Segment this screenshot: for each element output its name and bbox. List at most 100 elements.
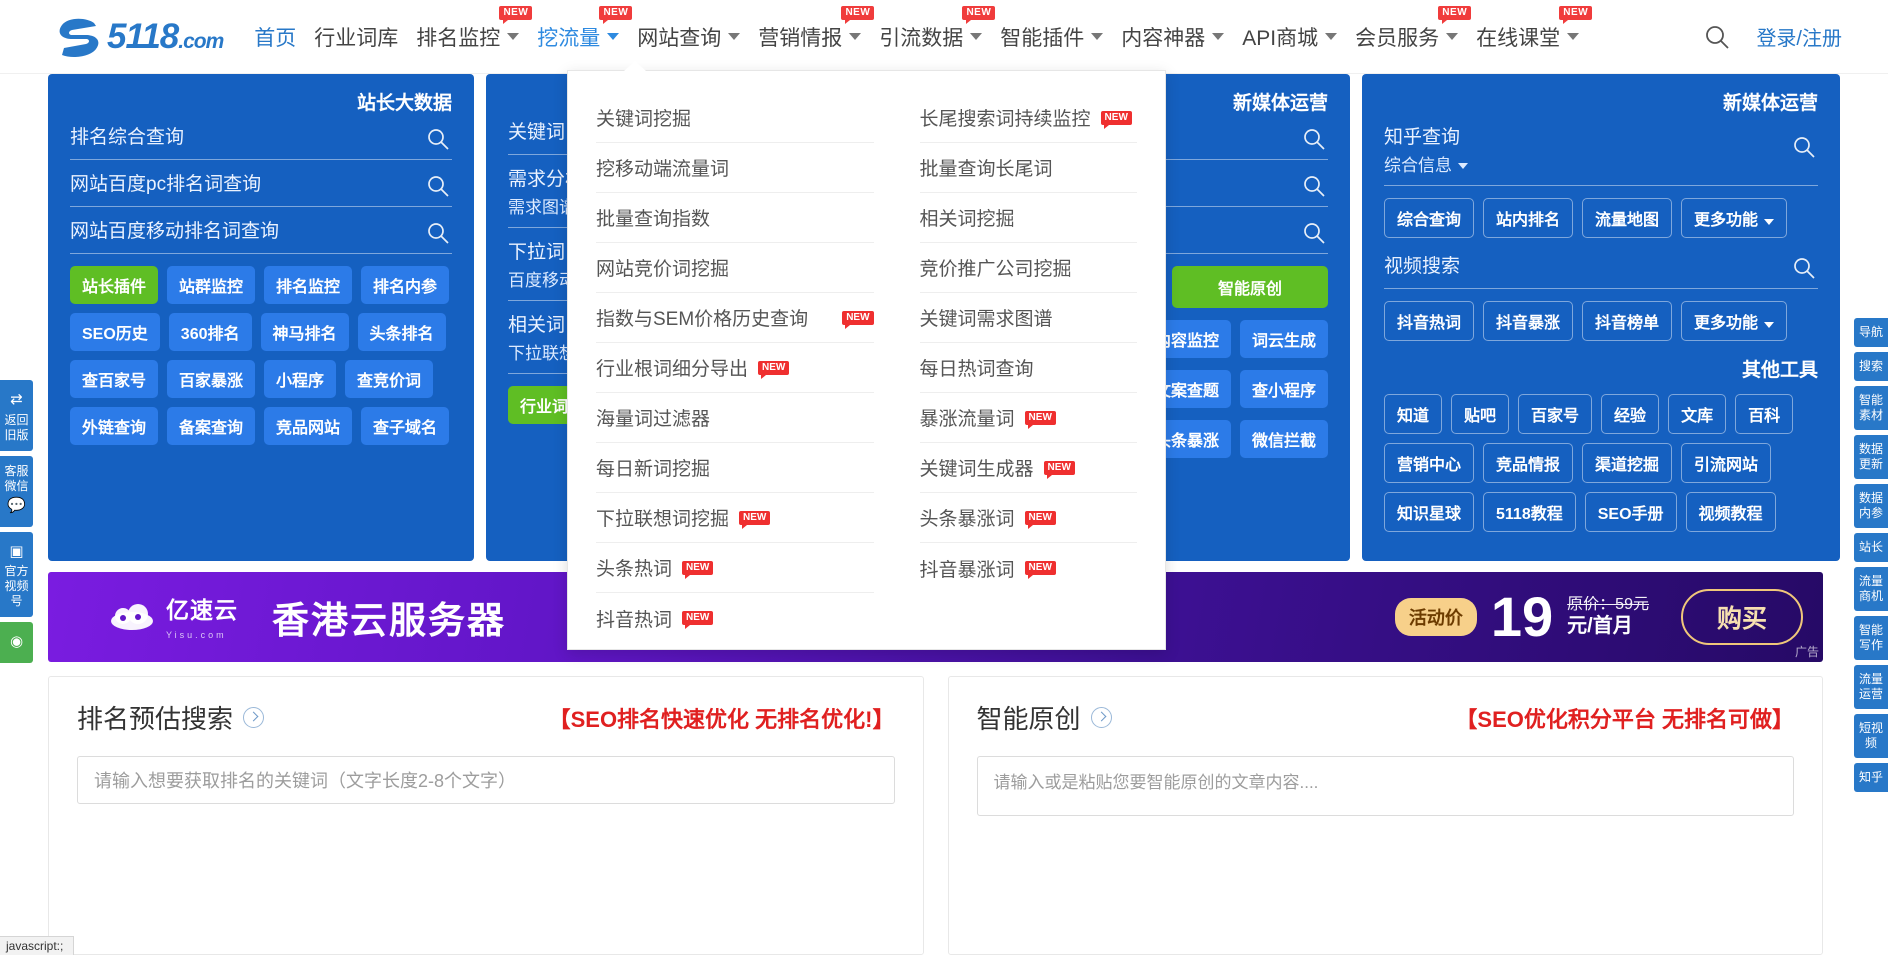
rail-wechat-green[interactable]: ◉ — [0, 622, 33, 663]
site-logo[interactable]: 5118.com — [56, 17, 224, 57]
nav-item-9[interactable]: API商城 — [1233, 0, 1346, 74]
rank-keyword-input[interactable]: 请输入想要获取排名的关键词（文字长度2-8个文字） — [77, 756, 895, 804]
nav-item-1[interactable]: 行业词库 — [305, 0, 407, 74]
dropdown-item-r9[interactable]: 抖音暴涨词 NEW — [920, 543, 1137, 593]
dropdown-item-l4[interactable]: 指数与SEM价格历史查询 NEW — [596, 293, 874, 343]
search-icon[interactable] — [426, 174, 450, 198]
chip-2[interactable]: 排名监控 — [264, 266, 353, 304]
chip-mini-program[interactable]: 查小程序 — [1239, 370, 1328, 408]
chip-8[interactable]: 查百家号 — [70, 360, 159, 398]
rail-item-9[interactable]: 短视频 — [1854, 714, 1888, 758]
card-promo-text[interactable]: 【SEO排名快速优化 无排名优化!】 — [549, 702, 895, 734]
search-row-baidu-pc[interactable]: 网站百度pc排名词查询 — [70, 164, 452, 207]
search-icon[interactable] — [1792, 256, 1816, 280]
chip-other-11[interactable]: 5118教程 — [1483, 492, 1576, 532]
chip-other-13[interactable]: 视频教程 — [1685, 492, 1776, 532]
chip-5[interactable]: 360排名 — [168, 313, 252, 351]
chip-other-9[interactable]: 引流网站 — [1681, 443, 1772, 483]
rail-item-5[interactable]: 站长 — [1854, 533, 1888, 562]
ad-buy-button[interactable]: 购买 — [1680, 589, 1803, 645]
chip-more-functions-1[interactable]: 更多功能 — [1681, 198, 1788, 238]
chip-traffic-map[interactable]: 流量地图 — [1582, 198, 1673, 238]
chevron-right-icon[interactable] — [1090, 707, 1112, 728]
chip-douyin-surge[interactable]: 抖音暴涨 — [1483, 301, 1574, 341]
chip-other-10[interactable]: 知识星球 — [1384, 492, 1475, 532]
rail-item-3[interactable]: 数据更新 — [1854, 435, 1888, 479]
rail-item-4[interactable]: 数据内参 — [1854, 484, 1888, 528]
chip-7[interactable]: 头条排名 — [357, 313, 446, 351]
chip-4[interactable]: SEO历史 — [70, 313, 160, 351]
chip-0[interactable]: 站长插件 — [70, 266, 159, 304]
chip-1[interactable]: 站群监控 — [167, 266, 256, 304]
chip-3[interactable]: 排名内参 — [361, 266, 450, 304]
dropdown-item-r5[interactable]: 每日热词查询 — [919, 343, 1137, 393]
nav-item-7[interactable]: 智能插件 — [991, 0, 1112, 74]
chip-other-3[interactable]: 经验 — [1601, 394, 1660, 434]
dropdown-item-r1[interactable]: 批量查询长尾词 — [919, 143, 1137, 193]
chip-smart-original[interactable]: 智能原创 — [1171, 266, 1328, 308]
chip-other-8[interactable]: 渠道挖掘 — [1582, 443, 1673, 483]
search-icon[interactable] — [1704, 24, 1730, 50]
dropdown-item-l10[interactable]: 抖音热词 NEW — [596, 593, 874, 643]
nav-item-10[interactable]: 会员服务 NEW — [1346, 0, 1472, 74]
dropdown-item-l2[interactable]: 批量查询指数 — [596, 193, 874, 243]
dropdown-item-r7[interactable]: 关键词生成器 NEW — [919, 443, 1137, 493]
search-row-zhihu[interactable]: 知乎查询 综合信息 — [1384, 117, 1818, 186]
chip-other-2[interactable]: 百家号 — [1518, 394, 1593, 434]
search-icon[interactable] — [426, 221, 450, 245]
chip-wechat-block[interactable]: 微信拦截 — [1239, 420, 1328, 458]
search-icon[interactable] — [1302, 127, 1326, 151]
search-icon[interactable] — [1302, 221, 1326, 245]
chip-other-0[interactable]: 知道 — [1384, 394, 1443, 434]
chevron-right-icon[interactable] — [243, 707, 265, 728]
chip-other-5[interactable]: 百科 — [1735, 394, 1794, 434]
rail-item-10[interactable]: 知乎 — [1854, 763, 1888, 792]
chip-other-12[interactable]: SEO手册 — [1584, 492, 1677, 532]
nav-item-2[interactable]: 排名监控 NEW — [407, 0, 533, 74]
chip-douyin-hot[interactable]: 抖音热词 — [1384, 301, 1475, 341]
rail-official-video[interactable]: ▣ 官方视频号 — [0, 531, 33, 618]
chip-13[interactable]: 备案查询 — [167, 407, 256, 445]
search-row-video[interactable]: 视频搜索 — [1384, 246, 1818, 289]
chip-15[interactable]: 查子域名 — [361, 407, 450, 445]
search-icon[interactable] — [1792, 135, 1816, 159]
rail-item-2[interactable]: 智能素材 — [1854, 386, 1888, 430]
dropdown-item-l9[interactable]: 头条热词 NEW — [596, 543, 874, 593]
nav-item-0[interactable]: 首页 — [245, 0, 305, 74]
rail-item-6[interactable]: 流量商机 — [1854, 567, 1888, 611]
nav-item-8[interactable]: 内容神器 — [1112, 0, 1233, 74]
chip-12[interactable]: 外链查询 — [70, 407, 159, 445]
dropdown-item-l8[interactable]: 下拉联想词挖掘 NEW — [596, 493, 874, 543]
rail-item-7[interactable]: 智能写作 — [1854, 616, 1888, 660]
chip-10[interactable]: 小程序 — [264, 360, 337, 398]
chip-zhihu-overview[interactable]: 综合查询 — [1384, 198, 1475, 238]
chip-11[interactable]: 查竞价词 — [345, 360, 434, 398]
login-register-link[interactable]: 登录/注册 — [1756, 22, 1842, 51]
chip-other-7[interactable]: 竞品情报 — [1483, 443, 1574, 483]
search-icon[interactable] — [426, 127, 450, 151]
rail-item-1[interactable]: 搜索 — [1854, 352, 1888, 381]
nav-item-3[interactable]: 挖流量 NEW — [528, 0, 633, 74]
chip-wordcloud[interactable]: 词云生成 — [1239, 320, 1328, 358]
smart-original-textarea[interactable]: 请输入或是粘贴您要智能原创的文章内容.... — [976, 756, 1794, 816]
chip-9[interactable]: 百家暴涨 — [167, 360, 256, 398]
dropdown-item-r3[interactable]: 竞价推广公司挖掘 — [919, 243, 1137, 293]
dropdown-item-r0[interactable]: 长尾搜索词持续监控 NEW — [919, 93, 1137, 143]
chip-douyin-board[interactable]: 抖音榜单 — [1582, 301, 1673, 341]
chip-6[interactable]: 神马排名 — [260, 313, 349, 351]
search-row-baidu-mobile[interactable]: 网站百度移动排名词查询 — [70, 211, 452, 254]
rail-back-to-old-version[interactable]: ⇄ 返回旧版 — [0, 380, 33, 451]
dropdown-item-r2[interactable]: 相关词挖掘 — [919, 193, 1137, 243]
dropdown-item-r8[interactable]: 头条暴涨词 NEW — [919, 493, 1137, 543]
search-row-rank-overview[interactable]: 排名综合查询 — [70, 117, 452, 160]
chip-other-6[interactable]: 营销中心 — [1384, 443, 1475, 483]
dropdown-item-l7[interactable]: 每日新词挖掘 — [596, 443, 874, 493]
dropdown-item-l1[interactable]: 挖移动端流量词 — [596, 143, 874, 193]
dropdown-item-l6[interactable]: 海量词过滤器 — [596, 393, 874, 443]
dropdown-item-r6[interactable]: 暴涨流量词 NEW — [919, 393, 1137, 443]
nav-item-11[interactable]: 在线课堂 NEW — [1467, 0, 1593, 74]
chip-more-functions-2[interactable]: 更多功能 — [1681, 301, 1788, 341]
card-promo-text[interactable]: 【SEO优化积分平台 无排名可做】 — [1455, 702, 1794, 734]
rail-customer-wechat[interactable]: 客服微信 💬 — [0, 455, 33, 527]
dropdown-item-l0[interactable]: 关键词挖掘 — [596, 93, 874, 143]
